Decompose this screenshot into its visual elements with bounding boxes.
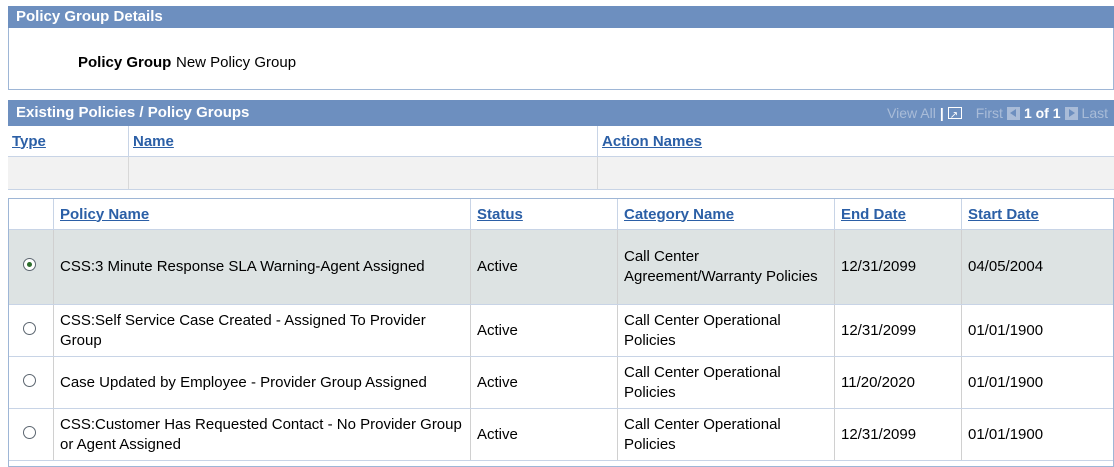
category-cell: Call Center Agreement/Warranty Policies xyxy=(617,229,835,305)
table-row xyxy=(8,156,1114,190)
type-sort-link[interactable]: Type xyxy=(12,133,46,150)
policies-grid: Policy Name Status Category Name End Dat… xyxy=(8,198,1114,467)
policy-group-label: Policy Group xyxy=(78,54,172,71)
name-sort-link[interactable]: Name xyxy=(133,133,174,150)
page-count: 1 of 1 xyxy=(1023,105,1061,121)
column-status[interactable]: Status xyxy=(470,199,618,230)
policy-name-cell: CSS:3 Minute Response SLA Warning-Agent … xyxy=(53,229,471,305)
grid-header-row: Type Name Action Names xyxy=(8,126,1114,157)
column-name[interactable]: Name xyxy=(128,126,598,157)
select-cell[interactable] xyxy=(9,408,54,461)
category-name-sort-link[interactable]: Category Name xyxy=(624,206,734,223)
status-sort-link[interactable]: Status xyxy=(477,206,523,223)
column-policy-name[interactable]: Policy Name xyxy=(53,199,471,230)
policy-name-cell: CSS:Self Service Case Created - Assigned… xyxy=(53,304,471,357)
last-link[interactable]: Last xyxy=(1082,100,1108,126)
select-cell[interactable] xyxy=(9,356,54,409)
column-action-names[interactable]: Action Names xyxy=(597,126,1114,157)
column-end-date[interactable]: End Date xyxy=(834,199,962,230)
status-cell: Active xyxy=(470,304,618,357)
end-date-sort-link[interactable]: End Date xyxy=(841,206,906,223)
empty-cell xyxy=(597,156,1114,190)
table-row[interactable]: Case Updated by Employee - Provider Grou… xyxy=(9,356,1113,409)
start-date-cell: 04/05/2004 xyxy=(961,229,1113,305)
view-all-link[interactable]: View All xyxy=(887,100,936,126)
row-radio-button[interactable] xyxy=(23,373,36,387)
table-row[interactable]: CSS:Customer Has Requested Contact - No … xyxy=(9,408,1113,461)
policy-name-sort-link[interactable]: Policy Name xyxy=(60,206,149,223)
column-start-date[interactable]: Start Date xyxy=(961,199,1113,230)
grid-header-row: Policy Name Status Category Name End Dat… xyxy=(9,199,1113,230)
nav-separator: | xyxy=(939,105,944,121)
previous-arrow-icon[interactable] xyxy=(1006,106,1020,120)
first-link[interactable]: First xyxy=(976,100,1003,126)
select-cell[interactable] xyxy=(9,229,54,305)
policy-group-details-panel xyxy=(8,28,1114,90)
table-row[interactable]: CSS:Self Service Case Created - Assigned… xyxy=(9,304,1113,357)
select-cell[interactable] xyxy=(9,304,54,357)
policy-name-cell: Case Updated by Employee - Provider Grou… xyxy=(53,356,471,409)
existing-policies-header: Existing Policies / Policy Groups View A… xyxy=(8,100,1114,129)
column-category-name[interactable]: Category Name xyxy=(617,199,835,230)
section-title: Existing Policies / Policy Groups xyxy=(16,104,250,121)
policy-name-cell: CSS:Customer Has Requested Contact - No … xyxy=(53,408,471,461)
status-cell: Active xyxy=(470,356,618,409)
row-radio-button[interactable] xyxy=(23,321,36,335)
category-cell: Call Center Operational Policies xyxy=(617,356,835,409)
start-date-cell: 01/01/1900 xyxy=(961,304,1113,357)
end-date-cell: 12/31/2099 xyxy=(834,408,962,461)
start-date-cell: 01/01/1900 xyxy=(961,356,1113,409)
row-radio-button[interactable] xyxy=(23,258,36,271)
table-row[interactable]: CSS:3 Minute Response SLA Warning-Agent … xyxy=(9,229,1113,305)
column-type[interactable]: Type xyxy=(8,126,129,157)
next-arrow-icon[interactable] xyxy=(1064,106,1078,120)
empty-cell xyxy=(8,156,129,190)
action-names-sort-link[interactable]: Action Names xyxy=(602,133,702,150)
empty-cell xyxy=(128,156,598,190)
existing-policies-grid: Type Name Action Names xyxy=(8,126,1114,190)
end-date-cell: 11/20/2020 xyxy=(834,356,962,409)
policy-group-value: New Policy Group xyxy=(176,54,297,71)
start-date-sort-link[interactable]: Start Date xyxy=(968,206,1039,223)
end-date-cell: 12/31/2099 xyxy=(834,229,962,305)
start-date-cell: 01/01/1900 xyxy=(961,408,1113,461)
section-title: Policy Group Details xyxy=(16,8,163,25)
zoom-grid-icon[interactable] xyxy=(947,103,962,129)
category-cell: Call Center Operational Policies xyxy=(617,304,835,357)
status-cell: Active xyxy=(470,408,618,461)
grid-navigation: View All | First 1 of 1 Last xyxy=(887,100,1108,129)
status-cell: Active xyxy=(470,229,618,305)
end-date-cell: 12/31/2099 xyxy=(834,304,962,357)
policy-group-details-header: Policy Group Details xyxy=(8,6,1114,28)
select-column-header xyxy=(9,199,54,230)
category-cell: Call Center Operational Policies xyxy=(617,408,835,461)
row-radio-button[interactable] xyxy=(23,425,36,439)
